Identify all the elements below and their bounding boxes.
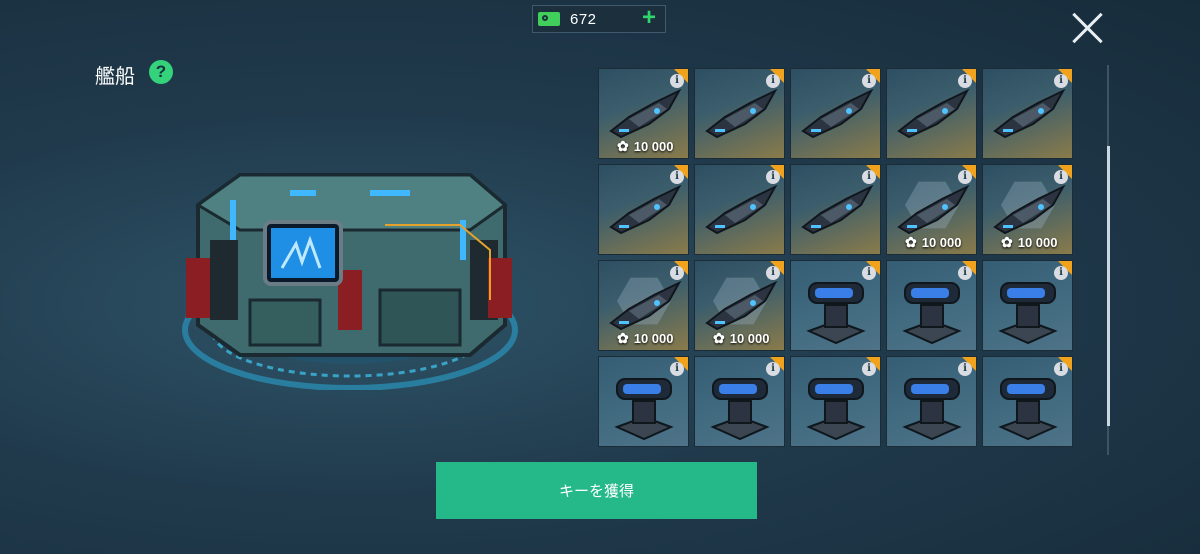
info-icon[interactable]: i [766, 170, 780, 184]
info-icon[interactable]: i [766, 362, 780, 376]
chest-image [170, 150, 530, 391]
info-icon[interactable]: i [766, 266, 780, 280]
item-card[interactable]: i ✿ 10 000 [886, 164, 977, 255]
gear-coin-icon: ✿ [905, 234, 917, 250]
close-icon[interactable] [1071, 12, 1103, 44]
info-icon[interactable]: i [670, 170, 684, 184]
add-keys-button[interactable]: + [639, 6, 659, 30]
item-price: ✿ 10 000 [617, 330, 674, 347]
info-icon[interactable]: i [1054, 266, 1068, 280]
page-title: 艦船 [95, 64, 135, 88]
item-card[interactable]: i [790, 356, 881, 447]
item-price-value: 10 000 [633, 139, 674, 154]
info-icon[interactable]: i [862, 362, 876, 376]
item-card[interactable]: i [886, 68, 977, 159]
item-card[interactable]: i [694, 164, 785, 255]
item-price-value: 10 000 [921, 235, 962, 250]
key-currency-display: 672 + [532, 5, 666, 33]
key-icon [538, 12, 560, 26]
item-card[interactable]: i [790, 164, 881, 255]
info-icon[interactable]: i [958, 170, 972, 184]
info-icon[interactable]: i [766, 74, 780, 88]
item-card[interactable]: i ✿ 10 000 [598, 68, 689, 159]
item-card[interactable]: i [982, 356, 1073, 447]
info-icon[interactable]: i [862, 170, 876, 184]
item-card[interactable]: i ✿ 10 000 [982, 164, 1073, 255]
item-card[interactable]: i [982, 68, 1073, 159]
item-card[interactable]: i [790, 68, 881, 159]
info-icon[interactable]: i [862, 74, 876, 88]
item-price-value: 10 000 [1017, 235, 1058, 250]
item-card[interactable]: i ✿ 10 000 [598, 260, 689, 351]
item-price-value: 10 000 [729, 331, 770, 346]
info-icon[interactable]: i [1054, 362, 1068, 376]
info-icon[interactable]: i [670, 266, 684, 280]
item-card[interactable]: i [694, 356, 785, 447]
info-icon[interactable]: i [958, 362, 972, 376]
item-card[interactable]: i [982, 260, 1073, 351]
get-keys-button[interactable]: キーを獲得 [436, 462, 757, 519]
item-price: ✿ 10 000 [905, 234, 962, 251]
item-card[interactable]: i ✿ 10 000 [694, 260, 785, 351]
item-card[interactable]: i [790, 260, 881, 351]
item-grid: i ✿ 10 000 i i i i i i i i ✿ 10 000 i ✿ 10 000 i ✿ 10 000 i… [598, 68, 1076, 454]
info-icon[interactable]: i [862, 266, 876, 280]
gear-coin-icon: ✿ [713, 330, 725, 346]
item-price: ✿ 10 000 [617, 138, 674, 155]
info-icon[interactable]: i [1054, 74, 1068, 88]
help-icon[interactable]: ? [149, 60, 173, 84]
info-icon[interactable]: i [670, 362, 684, 376]
item-card[interactable]: i [598, 356, 689, 447]
gear-coin-icon: ✿ [1001, 234, 1013, 250]
info-icon[interactable]: i [958, 74, 972, 88]
item-card[interactable]: i [886, 356, 977, 447]
scrollbar-thumb[interactable] [1107, 146, 1110, 426]
item-price-value: 10 000 [633, 331, 674, 346]
gear-coin-icon: ✿ [617, 330, 629, 346]
item-price: ✿ 10 000 [713, 330, 770, 347]
info-icon[interactable]: i [1054, 170, 1068, 184]
item-card[interactable]: i [694, 68, 785, 159]
info-icon[interactable]: i [670, 74, 684, 88]
item-card[interactable]: i [886, 260, 977, 351]
gear-coin-icon: ✿ [617, 138, 629, 154]
key-count: 672 [570, 10, 597, 28]
info-icon[interactable]: i [958, 266, 972, 280]
item-card[interactable]: i [598, 164, 689, 255]
item-price: ✿ 10 000 [1001, 234, 1058, 251]
